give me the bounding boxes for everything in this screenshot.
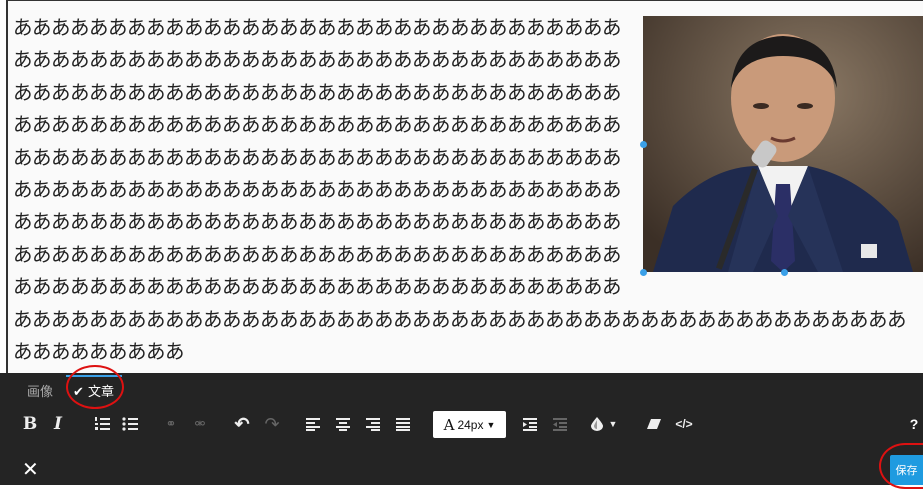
redo-icon[interactable]: ↷	[258, 410, 286, 438]
align-left-icon[interactable]	[299, 410, 327, 438]
resize-handle[interactable]	[640, 141, 647, 148]
font-size-value: 24px	[457, 417, 484, 432]
text-line: ああああああああああああああああああああああああああああああああ	[13, 275, 622, 299]
footer-bar: ✕ 保存	[0, 455, 923, 485]
clear-format-icon[interactable]	[640, 410, 668, 438]
source-code-icon[interactable]: </>	[670, 410, 698, 438]
chevron-down-icon: ▼	[486, 419, 496, 430]
align-right-icon[interactable]	[359, 410, 387, 438]
font-size-icon: A	[443, 415, 455, 434]
text-line: ああああああああああああああああああああああああああああああああああああああああ…	[13, 307, 907, 331]
inserted-photo[interactable]	[643, 16, 923, 272]
align-center-icon[interactable]	[329, 410, 357, 438]
unlink-icon[interactable]: ⚮	[186, 410, 214, 438]
bold-icon[interactable]: B	[16, 410, 44, 438]
formatting-buttons: B I ⚭ ⚮ ↶ ↷ A 24px ▼ ▼ </>	[0, 410, 923, 438]
color-picker-icon[interactable]: ▼	[584, 410, 624, 438]
close-button[interactable]: ✕	[22, 457, 39, 481]
help-button[interactable]: ?	[905, 410, 923, 438]
highlight-circle-save	[879, 443, 923, 489]
italic-icon[interactable]: I	[44, 410, 72, 438]
indent-icon[interactable]	[516, 410, 544, 438]
link-icon[interactable]: ⚭	[157, 410, 185, 438]
text-line: あああああああああ	[13, 339, 185, 363]
bullet-list-icon[interactable]	[116, 410, 144, 438]
justify-icon[interactable]	[389, 410, 417, 438]
resize-handle[interactable]	[781, 269, 788, 276]
toolbar-tabs: 画像 ✔ 文章	[0, 373, 923, 405]
font-size-dropdown[interactable]: A 24px ▼	[433, 411, 506, 438]
undo-icon[interactable]: ↶	[228, 410, 256, 438]
resize-handle[interactable]	[640, 269, 647, 276]
tab-image[interactable]: 画像	[27, 381, 53, 400]
highlight-circle-text-tab	[66, 365, 124, 409]
editor-toolbar: 画像 ✔ 文章 B I ⚭ ⚮ ↶ ↷ A 24px ▼ ▼ </> ? ✕ 保…	[0, 373, 923, 485]
outdent-icon[interactable]	[546, 410, 574, 438]
speaker-photo	[643, 16, 923, 272]
editor-window: ああああああああああああああああああああああああああああああああ あああああああ…	[0, 0, 923, 489]
editor-canvas[interactable]: ああああああああああああああああああああああああああああああああ あああああああ…	[8, 1, 923, 373]
ordered-list-icon[interactable]	[88, 410, 116, 438]
